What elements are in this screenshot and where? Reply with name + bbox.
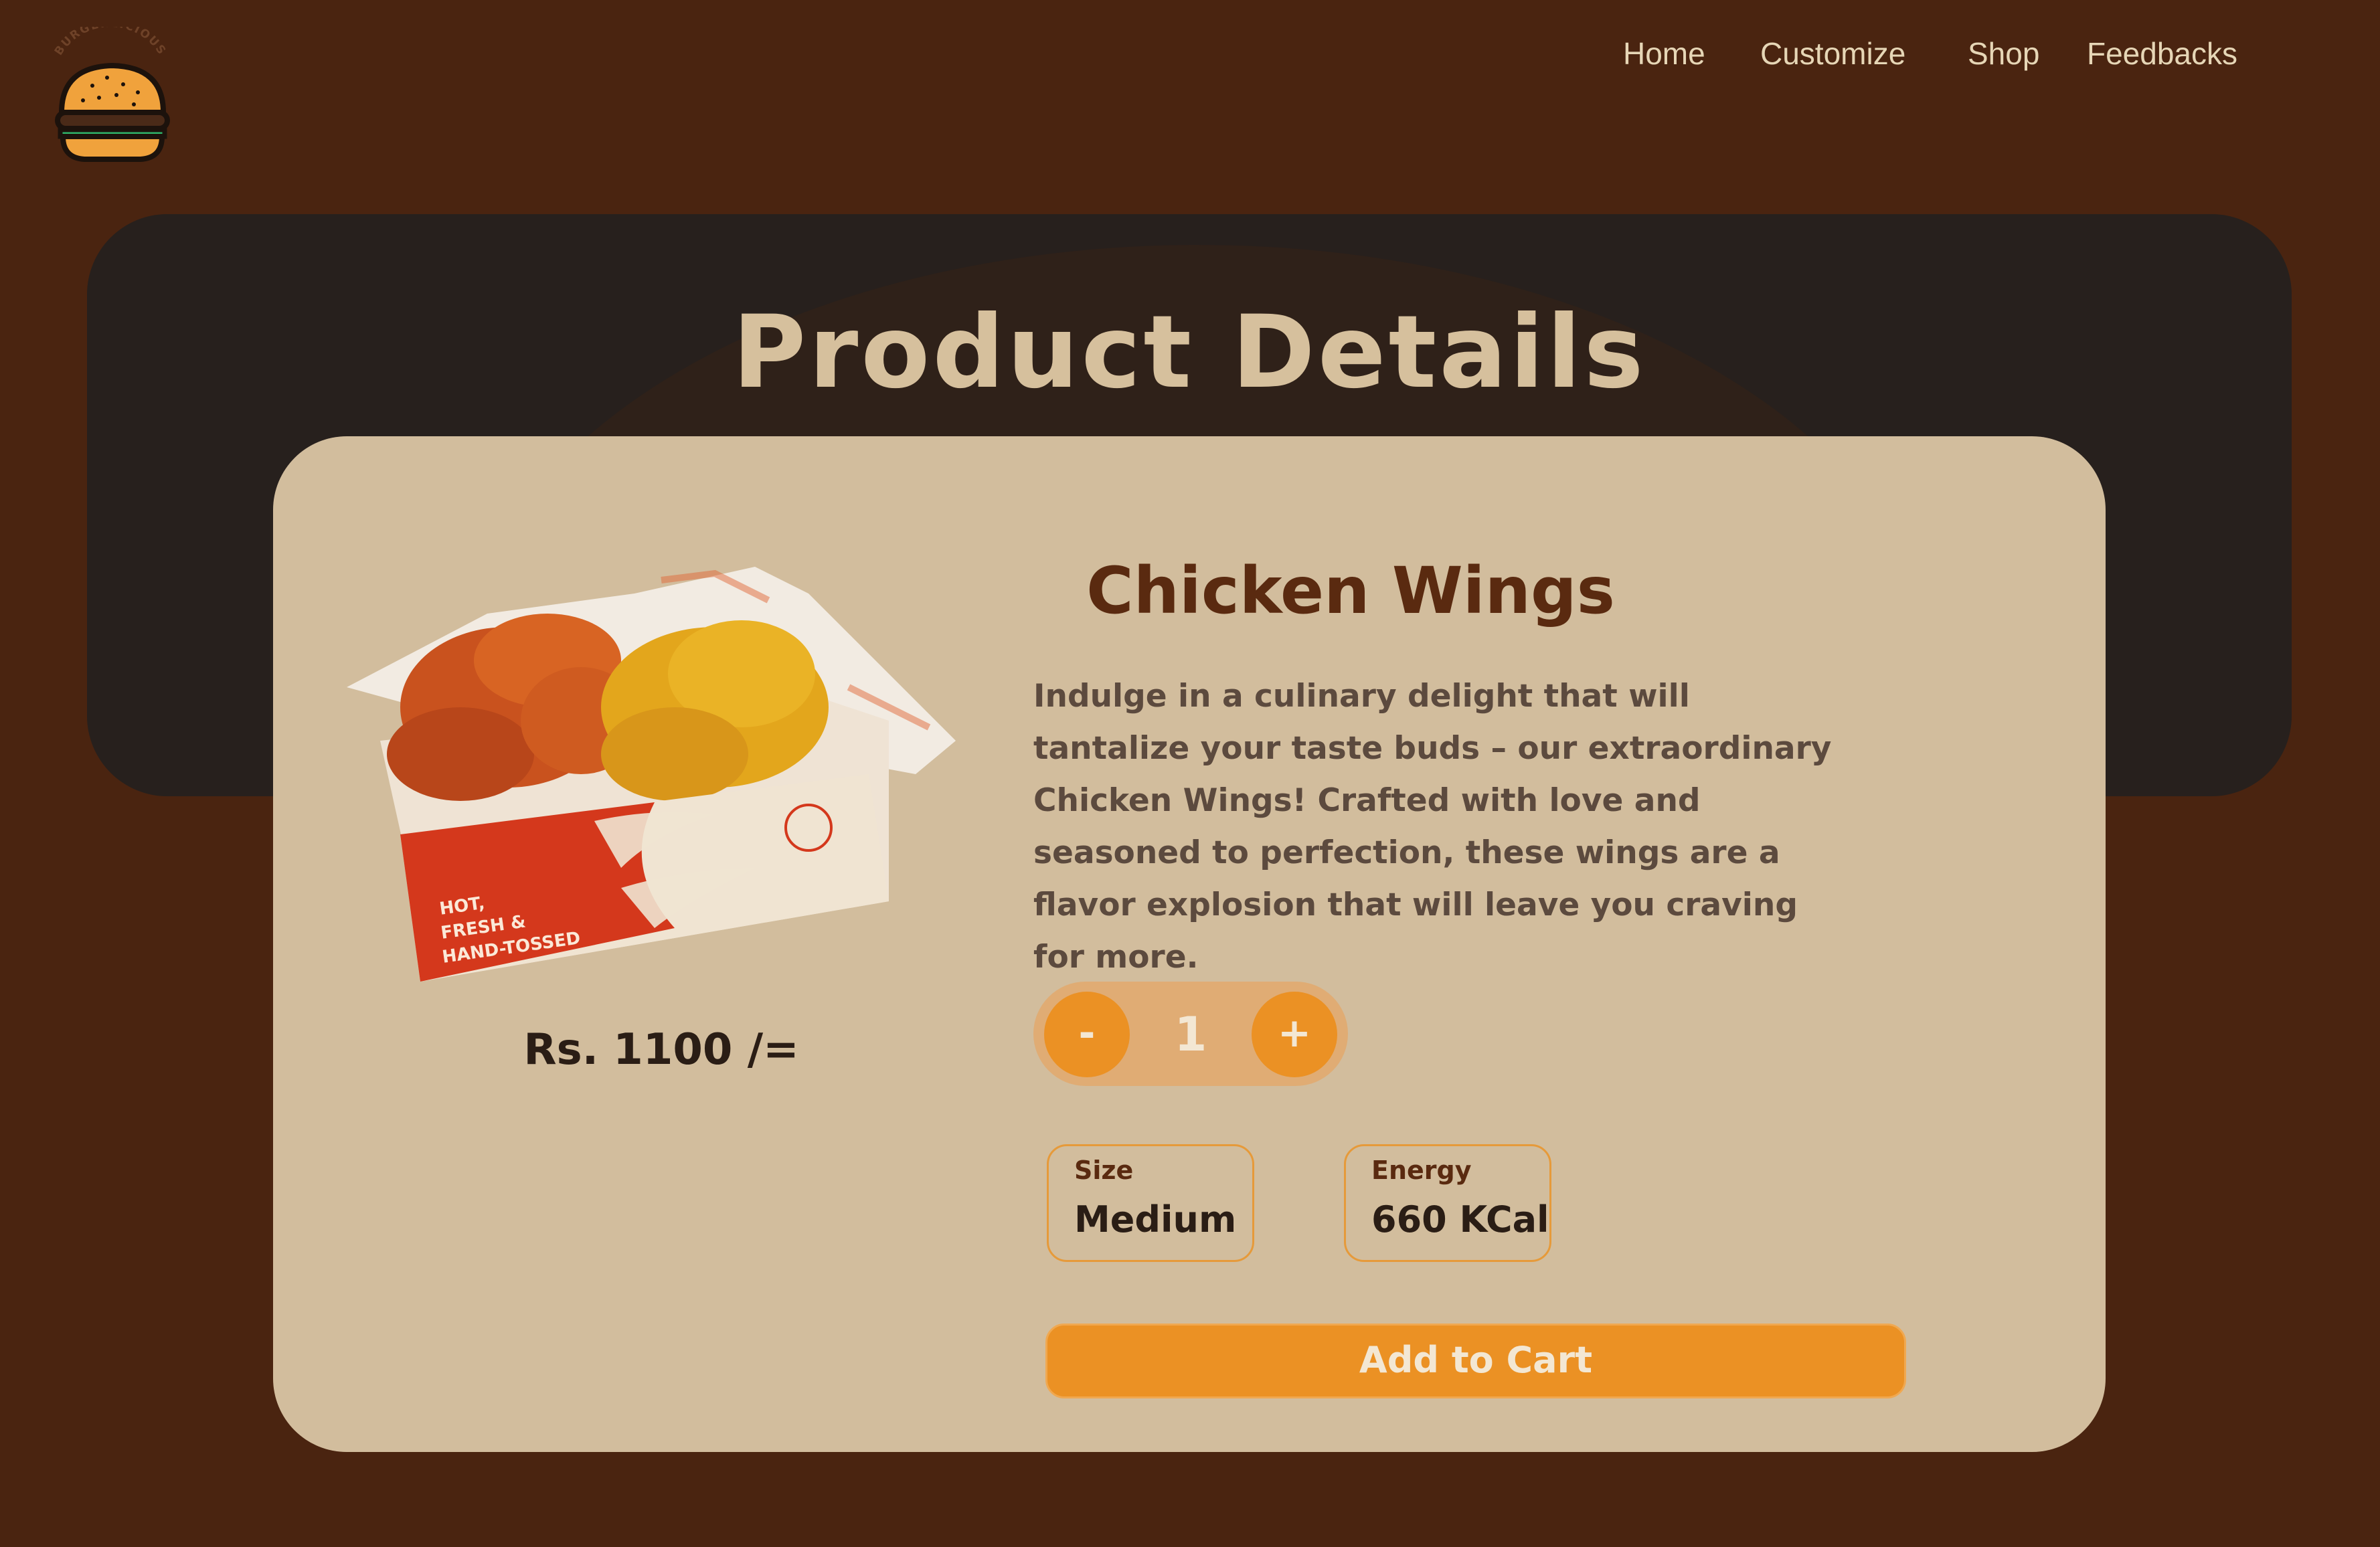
product-price: Rs. 1100 /= [523, 1025, 799, 1075]
nav-link-feedbacks[interactable]: Feedbacks [2087, 30, 2237, 77]
product-card: HOT, FRESH & HAND-TOSSED Rs. 1100 /= Chi… [273, 436, 2106, 1452]
nav-link-home[interactable]: Home [1623, 30, 1705, 77]
quantity-stepper: - 1 + [1033, 982, 1348, 1086]
product-name: Chicken Wings [1086, 553, 1615, 628]
product-description: Indulge in a culinary delight that will … [1033, 678, 1832, 976]
size-value: Medium [1074, 1198, 1237, 1241]
top-nav: Home Customize Shop Feedbacks [0, 30, 2380, 77]
decrement-button[interactable]: - [1044, 992, 1130, 1077]
nav-link-shop[interactable]: Shop [1968, 30, 2039, 77]
chicken-wings-image: HOT, FRESH & HAND-TOSSED [347, 567, 956, 982]
nav-link-customize[interactable]: Customize [1760, 30, 1905, 77]
size-label: Size [1074, 1156, 1134, 1185]
energy-value: 660 KCal [1371, 1198, 1549, 1241]
product-image: HOT, FRESH & HAND-TOSSED [340, 553, 983, 982]
quantity-value: 1 [1174, 1007, 1207, 1062]
size-info: Size Medium [1047, 1144, 1254, 1262]
add-to-cart-button[interactable]: Add to Cart [1045, 1324, 1906, 1398]
energy-label: Energy [1371, 1156, 1472, 1185]
increment-button[interactable]: + [1252, 992, 1337, 1077]
page-title: Product Details [732, 294, 1646, 411]
energy-info: Energy 660 KCal [1344, 1144, 1551, 1262]
